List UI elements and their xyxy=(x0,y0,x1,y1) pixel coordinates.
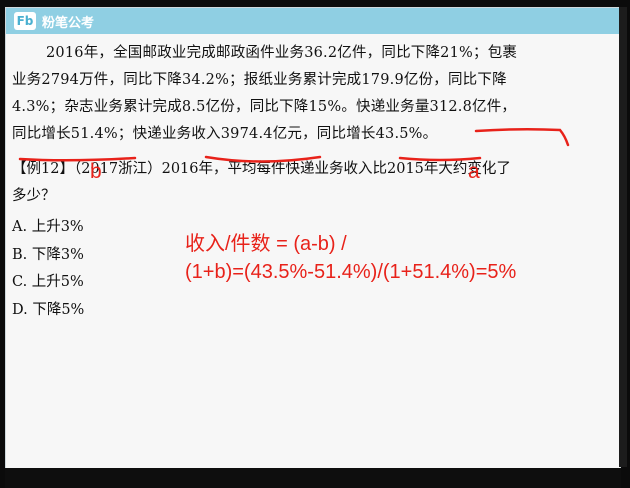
bottom-bar xyxy=(5,468,621,488)
handwritten-formula: 收入/件数 = (a-b) / (1+b)=(43.5%-51.4%)/(1+5… xyxy=(185,230,516,286)
formula-line-2: (1+b)=(43.5%-51.4%)/(1+51.4%)=5% xyxy=(185,261,517,283)
underline-51-4 xyxy=(18,156,137,162)
formula-line-1: 收入/件数 = (a-b) / xyxy=(185,233,347,255)
underline-3974-4 xyxy=(204,155,322,163)
underline-312-8 xyxy=(474,127,570,147)
annotation-label-b: b xyxy=(90,160,102,183)
side-scrollbar[interactable] xyxy=(619,7,627,467)
annotation-label-a: a xyxy=(468,160,480,183)
